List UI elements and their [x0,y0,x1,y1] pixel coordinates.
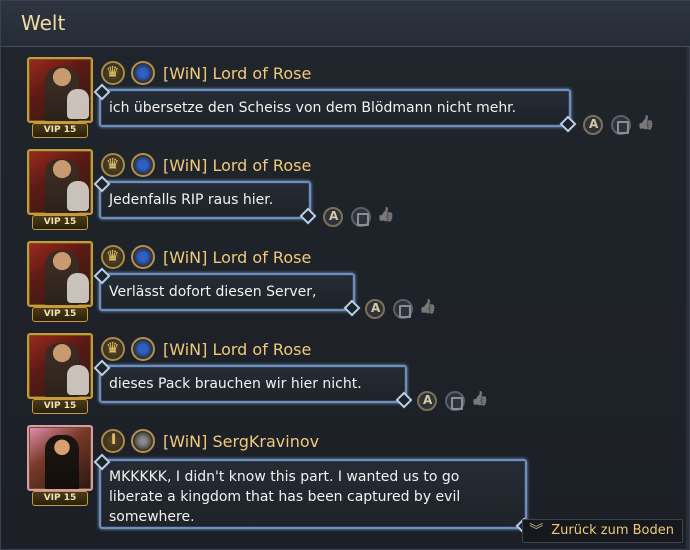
copy-icon[interactable] [393,299,413,319]
translate-icon[interactable] [583,115,603,135]
sender-name[interactable]: [WiN] Lord of Rose [163,64,311,83]
rank-icon [101,429,125,453]
thumbs-up-icon[interactable] [419,299,437,317]
orb-icon [131,153,155,177]
sender-name[interactable]: [WiN] Lord of Rose [163,340,311,359]
shield-icon [131,429,155,453]
avatar[interactable] [27,425,93,491]
vip-badge: VIP 15 [32,491,88,506]
avatar-figure [45,435,79,489]
copy-icon[interactable] [445,391,465,411]
thumbs-up-icon[interactable] [637,115,655,133]
avatar[interactable] [27,333,93,399]
avatar-wolf [67,89,89,119]
avatar-wolf [67,273,89,303]
crown-icon [101,61,125,85]
orb-icon [131,245,155,269]
thumbs-up-icon[interactable] [377,207,395,225]
vip-badge: VIP 15 [32,215,88,230]
avatar[interactable] [27,241,93,307]
orb-icon [131,61,155,85]
crown-icon [101,153,125,177]
copy-icon[interactable] [611,115,631,135]
avatar-wolf [67,181,89,211]
double-chevron-down-icon: ︾ [529,523,544,539]
orb-icon [131,337,155,361]
chat-header: Welt [1,1,690,47]
chat-window: Welt VIP 15 [WiN] Lord of Rose ich übers… [0,0,690,550]
vip-badge: VIP 15 [32,399,88,414]
sender-name[interactable]: [WiN] Lord of Rose [163,248,311,267]
translate-icon[interactable] [323,207,343,227]
avatar[interactable] [27,57,93,123]
message-bubble[interactable]: dieses Pack brauchen wir hier nicht. [99,365,407,403]
translate-icon[interactable] [417,391,437,411]
message-bubble[interactable]: MKKKKK, I didn't know this part. I wante… [99,459,527,529]
avatar-wolf [67,365,89,395]
message-bubble[interactable]: ich übersetze den Scheiss von dem Blödma… [99,89,571,127]
message-bubble[interactable]: Jedenfalls RIP raus hier. [99,181,311,219]
crown-icon [101,337,125,361]
crown-icon [101,245,125,269]
sender-name[interactable]: [WiN] Lord of Rose [163,156,311,175]
channel-title: Welt [21,11,66,35]
vip-badge: VIP 15 [32,307,88,322]
avatar[interactable] [27,149,93,215]
thumbs-up-icon[interactable] [471,391,489,409]
copy-icon[interactable] [351,207,371,227]
message-bubble[interactable]: Verlässt dofort diesen Server, [99,273,355,311]
scrollbar[interactable] [686,47,689,550]
vip-badge: VIP 15 [32,123,88,138]
jump-to-bottom-label: Zurück zum Boden [551,523,674,538]
jump-to-bottom-button[interactable]: ︾ Zurück zum Boden [522,519,683,543]
sender-name[interactable]: [WiN] SergKravinov [163,432,319,451]
translate-icon[interactable] [365,299,385,319]
